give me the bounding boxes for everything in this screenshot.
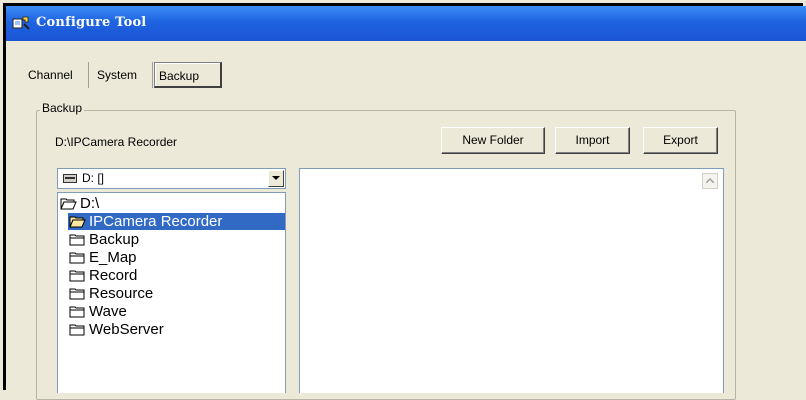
dropdown-arrow-button[interactable] — [268, 170, 284, 187]
backup-group-label: Backup — [40, 101, 85, 115]
folder-tree[interactable]: D:\ IPCamera Recorder Backup E_Map Recor… — [57, 192, 286, 393]
tree-item-ipcamera-recorder[interactable]: IPCamera Recorder — [68, 213, 285, 230]
tree-item-label: E_Map — [89, 249, 137, 266]
window-title: Configure Tool — [36, 15, 147, 30]
app-icon — [12, 16, 30, 30]
folder-icon — [69, 288, 85, 300]
open-folder-icon — [60, 198, 77, 210]
tree-item-label: Backup — [89, 231, 140, 248]
tree-item-label: Record — [89, 267, 138, 284]
export-button[interactable]: Export — [643, 127, 718, 154]
file-list[interactable] — [299, 168, 724, 393]
tree-item-root[interactable]: D:\ — [60, 195, 285, 212]
chevron-down-icon — [272, 176, 280, 180]
folder-icon — [69, 252, 85, 264]
tree-item-label: WebServer — [89, 321, 164, 338]
current-path-label: D:\IPCamera Recorder — [55, 135, 178, 149]
folder-icon — [69, 306, 85, 318]
chevron-up-icon — [706, 178, 714, 183]
tab-backup[interactable]: Backup — [154, 62, 222, 88]
import-button[interactable]: Import — [555, 127, 630, 154]
folder-icon — [69, 234, 85, 246]
drive-select[interactable]: D: [] — [57, 168, 286, 189]
title-bar[interactable]: Configure Tool — [6, 6, 806, 41]
new-folder-button[interactable]: New Folder — [441, 127, 545, 154]
tree-item-label: IPCamera Recorder — [89, 213, 223, 230]
tree-item-label: Wave — [89, 303, 127, 320]
tree-item-label: Resource — [89, 285, 154, 302]
folder-icon — [69, 270, 85, 282]
open-folder-icon — [69, 216, 86, 228]
scroll-up-button[interactable] — [702, 173, 718, 189]
drive-select-value: D: [] — [82, 171, 105, 185]
tab-system[interactable]: System — [93, 62, 153, 88]
folder-icon — [69, 324, 85, 336]
drive-icon — [63, 174, 77, 183]
tree-item-label: D:\ — [80, 195, 100, 212]
tab-channel[interactable]: Channel — [24, 62, 89, 88]
